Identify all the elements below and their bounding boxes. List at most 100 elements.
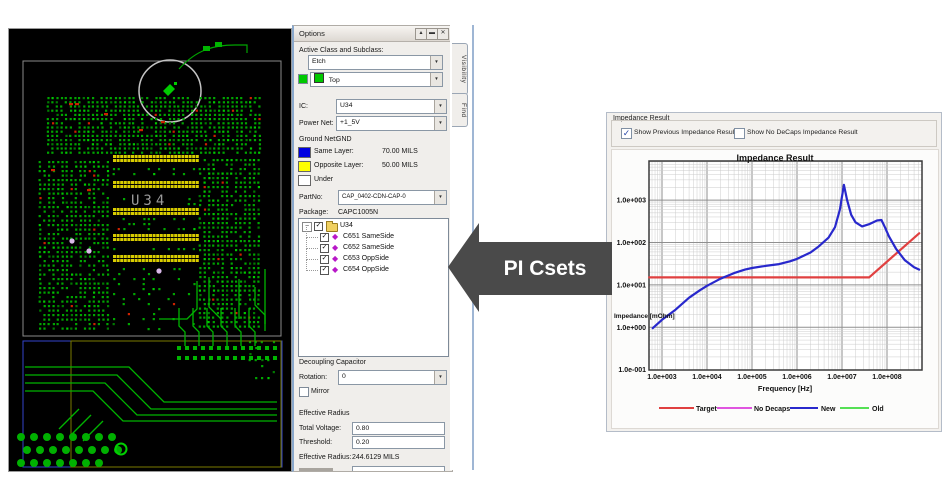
svg-text:Target: Target [696,406,718,413]
clipped-row [299,468,333,471]
chevron-down-icon[interactable]: ▼ [434,191,446,204]
subclass-value: Top [329,77,340,84]
tree-item-checkbox[interactable]: ✓ [320,255,329,264]
close-icon[interactable]: ✕ [437,28,449,40]
svg-text:No Decaps: No Decaps [754,406,790,413]
capacitor-icon: ◆ [332,244,338,252]
pcb-canvas[interactable]: U34 [8,28,292,472]
tree-item-checkbox[interactable]: ✓ [320,233,329,242]
show-previous-label: Show Previous Impedance Result [634,128,736,137]
tree-item-label: C652 SameSide [343,243,394,252]
subclass-visibility-checkbox[interactable] [298,74,308,84]
svg-text:1.0e+001: 1.0e+001 [617,282,646,289]
effective-radius-group-label: Effective Radius [299,410,349,417]
partno-value: CAP_0402-CDN-CAP-0 [342,194,406,200]
ground-net-label: Ground Net: [299,136,337,144]
svg-text:1.0e+003: 1.0e+003 [617,198,646,205]
svg-text:1.0e+007: 1.0e+007 [827,374,856,381]
rotation-dropdown[interactable]: 0 ▼ [338,370,447,385]
capacitor-tree[interactable]: −✓U34✓◆C651 SameSide✓◆C652 SameSide✓◆C65… [298,218,449,357]
arrow-label: PI Csets [504,257,587,280]
rotation-label: Rotation: [299,374,327,382]
mirror-checkbox[interactable] [299,387,309,397]
ic-label: IC: [299,103,308,111]
impedance-result-window: Impedance Result ✓ Show Previous Impedan… [606,112,942,432]
svg-text:1.0e+000: 1.0e+000 [617,325,646,332]
svg-text:Frequency [Hz]: Frequency [Hz] [758,384,813,393]
power-net-label: Power Net: [299,120,334,128]
svg-text:1.0e+003: 1.0e+003 [647,374,676,381]
opposite-layer-value: 50.00 MILS [382,162,418,170]
ic-dropdown[interactable]: U34 ▼ [336,99,447,114]
capacitor-icon: ◆ [332,266,338,274]
mirror-label: Mirror [311,388,329,396]
power-net-value: +1_5V [340,119,360,126]
tree-item-checkbox[interactable]: ✓ [320,244,329,253]
svg-text:Old: Old [872,406,884,413]
clipped-field [352,466,445,472]
subclass-dropdown[interactable]: Top ▼ [310,72,443,87]
svg-text:1.0e-001: 1.0e-001 [618,367,646,374]
effective-radius-value: 244.6129 MILS [352,454,399,462]
svg-text:New: New [821,406,836,413]
tree-item-checkbox[interactable]: ✓ [320,266,329,275]
show-nodecaps-label: Show No DeCaps Impedance Result [747,128,858,137]
options-titlebar[interactable]: Options ▴ ▬ ✕ [294,26,452,42]
same-layer-label: Same Layer: [314,148,354,156]
options-title: Options [299,29,325,38]
partno-dropdown[interactable]: CAP_0402-CDN-CAP-0 ▼ [338,190,447,205]
chevron-down-icon[interactable]: ▼ [434,117,446,130]
class-value: Etch [312,58,326,65]
tree-item-label: C651 SameSide [343,232,394,241]
ic-value: U34 [340,102,352,109]
power-net-dropdown[interactable]: +1_5V ▼ [336,116,447,131]
tree-root-checkbox[interactable]: ✓ [314,222,323,231]
capacitor-icon: ◆ [332,233,338,241]
active-class-label: Active Class and Subclass: [299,47,383,55]
svg-text:1.0e+006: 1.0e+006 [782,374,811,381]
capacitor-icon: ◆ [332,255,338,263]
svg-text:1.0e+005: 1.0e+005 [737,374,766,381]
total-voltage-field[interactable]: 0.80 [352,422,445,435]
tree-root-label: U34 [340,221,353,230]
package-value: CAPC1005N [338,209,378,217]
ground-net-value: GND [336,136,352,144]
tab-find[interactable]: Find [452,93,468,127]
tree-item-label: C654 OppSide [343,265,389,274]
same-layer-color-swatch [298,147,311,158]
svg-text:1.0e+004: 1.0e+004 [692,374,721,381]
chevron-down-icon[interactable]: ▼ [430,56,442,69]
tree-item-label: C653 OppSide [343,254,389,263]
chevron-down-icon[interactable]: ▼ [430,73,442,86]
chevron-down-icon[interactable]: ▼ [434,100,446,113]
show-previous-checkbox[interactable]: ✓ [621,128,632,139]
subclass-color-swatch [314,73,324,83]
svg-text:1.0e+002: 1.0e+002 [617,240,646,247]
class-dropdown[interactable]: Etch ▼ [308,55,443,70]
pcb-component-label: U34 [131,193,168,209]
pcb-layout-drawing: U34 [9,29,291,471]
tree-connector [306,270,318,272]
partno-label: PartNo: [299,194,323,202]
folder-icon [326,223,338,232]
effective-radius-label: Effective Radius: [299,454,351,462]
svg-text:Impedance [mOhm]: Impedance [mOhm] [614,313,675,320]
chevron-down-icon[interactable]: ▼ [434,371,446,384]
impedance-chart: Impedance Result 1.0e+0031.0e+0021.0e+00… [611,149,939,429]
threshold-field[interactable]: 0.20 [352,436,445,449]
rotation-value: 0 [342,373,346,380]
show-nodecaps-checkbox[interactable] [734,128,745,139]
under-color-swatch [298,175,311,186]
opposite-layer-color-swatch [298,161,311,172]
options-panel: Options ▴ ▬ ✕ Active Class and Subclass:… [292,25,453,472]
tab-visibility[interactable]: Visibility [452,43,468,95]
chart-title: Impedance Result [612,153,938,163]
package-label: Package: [299,209,328,217]
svg-text:1.0e+008: 1.0e+008 [872,374,901,381]
opposite-layer-label: Opposite Layer: [314,162,363,170]
total-voltage-label: Total Voltage: [299,425,341,433]
pi-csets-arrow: PI Csets [446,198,618,328]
impedance-plot: 1.0e+003 1.0e+002 1.0e+001 1.0e+000 1.0e-001… [612,150,938,428]
under-label: Under [314,176,333,184]
threshold-label: Threshold: [299,439,332,447]
